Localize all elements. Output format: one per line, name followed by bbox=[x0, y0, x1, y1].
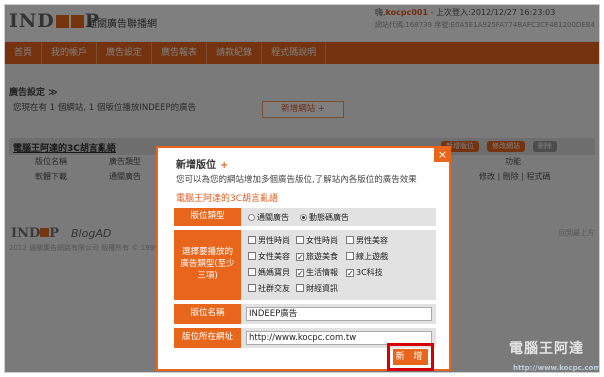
slot-name-row: 版位名稱 INDEEP廣告 bbox=[174, 304, 436, 324]
radio-icon bbox=[248, 214, 255, 221]
category-label-text: 男性美容 bbox=[356, 236, 388, 245]
checkbox-icon bbox=[346, 236, 354, 244]
category-checkbox[interactable]: 媽媽寶貝 bbox=[248, 267, 290, 278]
close-icon[interactable]: × bbox=[434, 148, 451, 162]
page: INDP 通關廣告聯播網 嗨,kocpc001 - 上次登入:2012/12/2… bbox=[4, 4, 600, 373]
watermark-url: http://www.kocpc.com.tw bbox=[513, 364, 600, 372]
category-label-text: 男性時尚 bbox=[258, 236, 290, 245]
category-checkbox[interactable]: 男性美容 bbox=[346, 235, 388, 246]
category-checkbox[interactable]: 線上遊戲 bbox=[346, 251, 388, 262]
category-checkbox[interactable]: ✓ 3C科技 bbox=[346, 267, 383, 278]
checkbox-icon bbox=[248, 236, 256, 244]
category-label-text: 財經資訊 bbox=[306, 284, 338, 293]
add-slot-modal: × 新增版位 + 您可以為您的網站增加多個廣告版位,了解站內各版位的廣告效果 電腦… bbox=[156, 146, 451, 371]
slot-type-label: 版位類型 bbox=[174, 208, 241, 226]
category-label-text: 3C科技 bbox=[356, 268, 383, 277]
submit-button[interactable]: 新 增 bbox=[393, 349, 428, 365]
category-checkbox[interactable]: ✓ 生活情報 bbox=[296, 267, 338, 278]
checkbox-icon bbox=[296, 236, 304, 244]
category-checkbox[interactable]: 財經資訊 bbox=[296, 283, 338, 294]
watermark: 電腦王阿達 http://www.kocpc.com.tw bbox=[495, 330, 600, 372]
category-options: 男性時尚 女性時尚 男性美容 女性美容 ✓ 旅遊美食 線上遊戲 媽媽寶貝 ✓ 生活情報 ✓ 3C科技社… bbox=[244, 230, 432, 300]
slot-type-options: 通關廣告 動態碼廣告 bbox=[244, 208, 432, 226]
submit-highlight: 新 增 bbox=[387, 343, 434, 371]
slot-type-row: 版位類型 通關廣告 動態碼廣告 bbox=[174, 208, 436, 226]
checkbox-checked-icon: ✓ bbox=[296, 253, 304, 262]
radio-dynamic[interactable]: 動態碼廣告 bbox=[300, 212, 349, 223]
slot-name-input[interactable]: INDEEP廣告 bbox=[246, 307, 432, 321]
radio-label: 通關廣告 bbox=[257, 213, 289, 222]
checkbox-checked-icon: ✓ bbox=[346, 269, 354, 278]
category-row: 選擇要播放的廣告類型(至少三項) 男性時尚 女性時尚 男性美容 女性美容 ✓ 旅遊美食 線上… bbox=[174, 230, 436, 300]
category-checkbox[interactable]: ✓ 旅遊美食 bbox=[296, 251, 338, 262]
checkbox-checked-icon: ✓ bbox=[296, 269, 304, 278]
watermark-text: 電腦王阿達 bbox=[509, 341, 584, 357]
category-checkbox[interactable]: 女性時尚 bbox=[296, 235, 338, 246]
category-label-text: 女性美容 bbox=[258, 252, 290, 261]
category-checkbox[interactable]: 社群交友 bbox=[248, 283, 290, 294]
plus-icon: + bbox=[220, 160, 229, 171]
category-label-text: 生活情報 bbox=[306, 268, 338, 277]
category-label-text: 女性時尚 bbox=[306, 236, 338, 245]
modal-site-name: 電腦王阿達的3C胡言亂語 bbox=[176, 194, 279, 204]
radio-icon bbox=[300, 214, 307, 221]
checkbox-icon bbox=[248, 252, 256, 260]
radio-tongguan[interactable]: 通關廣告 bbox=[248, 212, 289, 223]
slot-url-label: 版位所在網址 bbox=[174, 328, 241, 348]
category-label-text: 媽媽寶貝 bbox=[258, 268, 290, 277]
category-checkbox[interactable]: 女性美容 bbox=[248, 251, 290, 262]
modal-title: 新增版位 + bbox=[176, 156, 228, 171]
slot-name-cell: INDEEP廣告 bbox=[244, 304, 432, 324]
checkbox-icon bbox=[296, 284, 304, 292]
checkbox-icon bbox=[346, 252, 354, 260]
category-label: 選擇要播放的廣告類型(至少三項) bbox=[174, 230, 241, 300]
modal-description: 您可以為您的網站增加多個廣告版位,了解站內各版位的廣告效果 bbox=[176, 175, 417, 185]
category-label-text: 線上遊戲 bbox=[356, 252, 388, 261]
radio-label: 動態碼廣告 bbox=[309, 213, 349, 222]
slot-name-label: 版位名稱 bbox=[174, 304, 241, 324]
checkbox-icon bbox=[248, 284, 256, 292]
modal-title-text: 新增版位 bbox=[176, 160, 216, 171]
category-checkbox[interactable]: 男性時尚 bbox=[248, 235, 290, 246]
checkbox-icon bbox=[248, 268, 256, 276]
category-label-text: 社群交友 bbox=[258, 284, 290, 293]
category-label-text: 旅遊美食 bbox=[306, 252, 338, 261]
